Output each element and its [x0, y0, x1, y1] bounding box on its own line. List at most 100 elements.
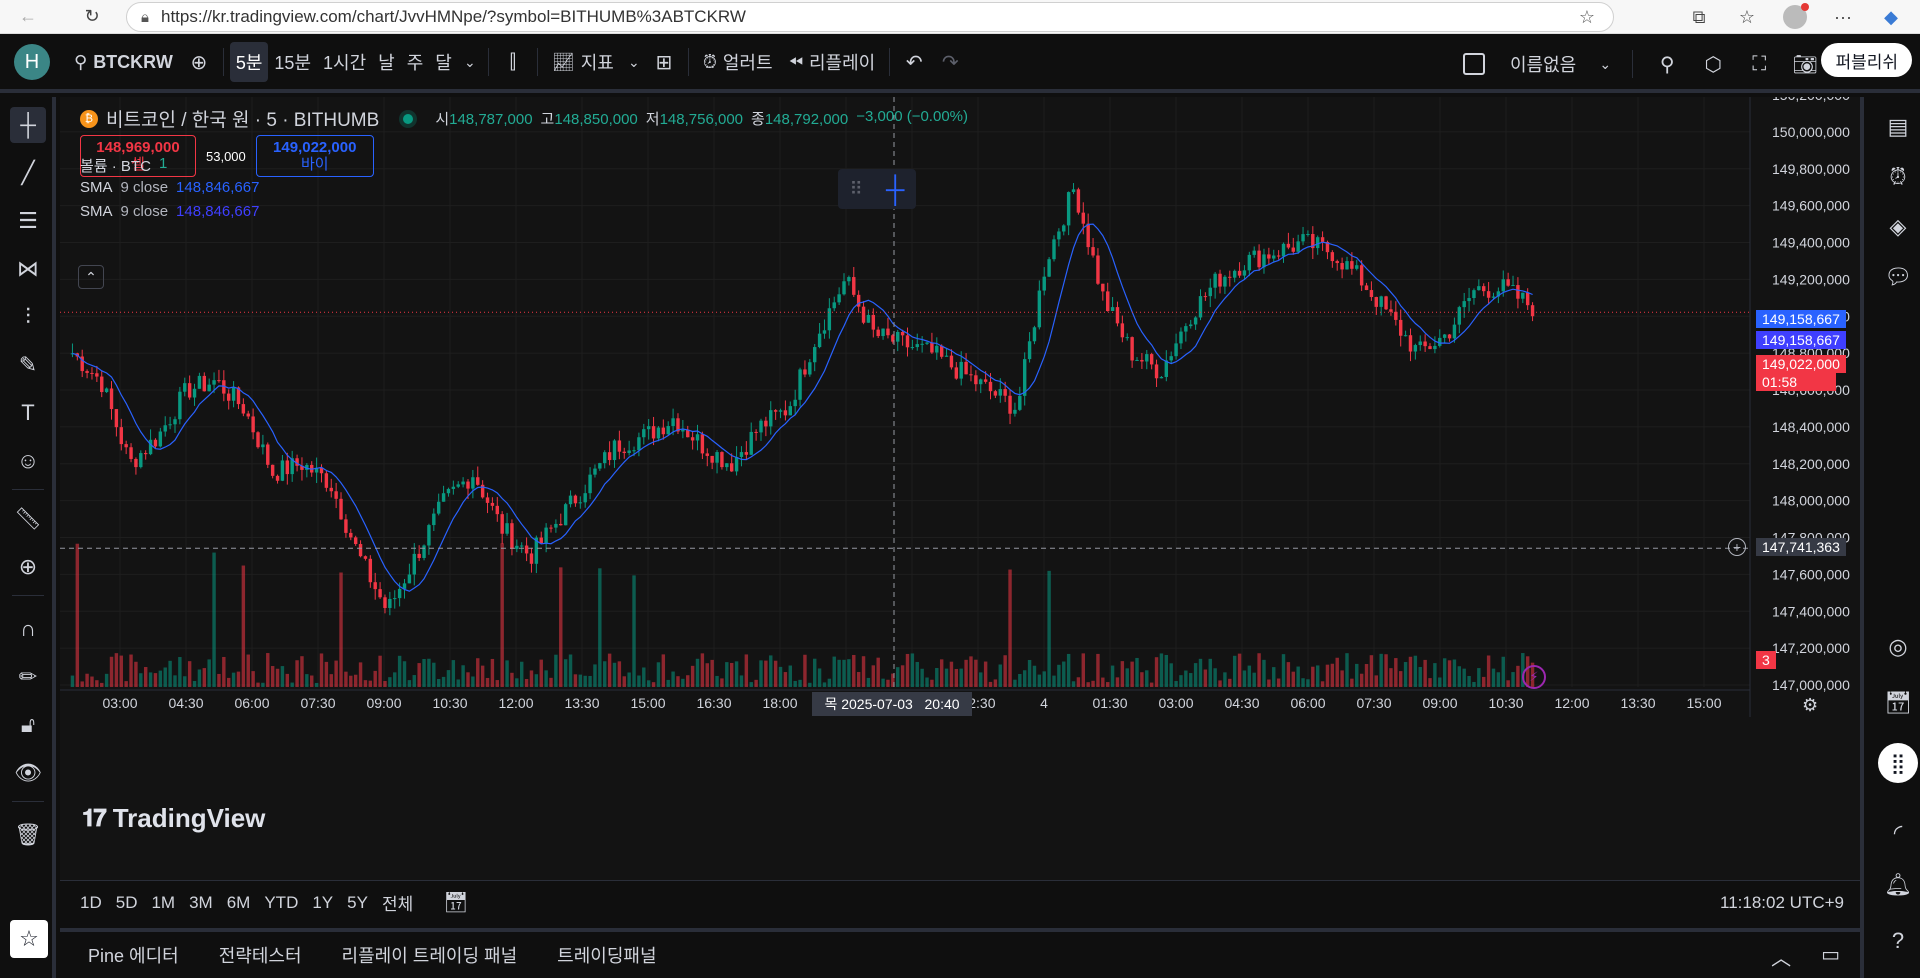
back-icon[interactable]: ← [10, 0, 46, 34]
tab-pine-editor[interactable]: Pine 에디터 [88, 942, 179, 968]
forecast-icon[interactable]: ⫶ [10, 299, 46, 335]
extensions-icon[interactable]: ⧉ [1678, 0, 1720, 34]
interval-day[interactable]: 날 [372, 42, 401, 82]
alert-button[interactable]: ⏰︎ 얼러트 [695, 42, 781, 82]
emoji-icon[interactable]: ☺ [10, 443, 46, 479]
alerts-clock-icon[interactable]: ⏰︎ [1880, 159, 1916, 195]
ruler-icon[interactable]: 📏︎ [10, 501, 46, 537]
crosshair-tool-icon[interactable]: ┼ [886, 174, 904, 205]
price-chart[interactable]: 150,200,000 150,000,000 149,800,000 149,600… [60, 97, 1860, 880]
zoom-in-icon[interactable]: ⊕ [10, 549, 46, 585]
lock-drawing-icon[interactable]: ✏︎ [10, 659, 46, 695]
profile-avatar[interactable] [1774, 0, 1816, 34]
sma-legend-1[interactable]: SMA 9 close 148,846,667 [80, 179, 259, 196]
redo-icon[interactable]: ↷ [932, 42, 968, 82]
fullscreen-icon[interactable]: ⛶ [1741, 44, 1777, 84]
more-icon[interactable]: ··· [1822, 0, 1864, 34]
stream-icon[interactable]: ◜ [1880, 815, 1916, 851]
buy-button[interactable]: 149,022,000 바이 [255, 135, 374, 177]
text-icon[interactable]: T [10, 395, 46, 431]
symbol-search[interactable]: ⚲ BTCKRW [66, 42, 181, 82]
help-icon[interactable]: ? [1880, 923, 1916, 959]
trendline-icon[interactable]: ╱ [10, 155, 46, 191]
settings-icon[interactable]: ⬡ [1695, 44, 1731, 84]
watchlist-icon[interactable]: ▤ [1880, 109, 1916, 145]
alert-count-badge[interactable]: 3 [1756, 651, 1776, 669]
magnet-icon[interactable]: ∩ [10, 611, 46, 647]
compare-add-icon[interactable]: ⊕ [181, 42, 217, 82]
range-6m[interactable]: 6M [227, 893, 251, 913]
range-1m[interactable]: 1M [151, 893, 175, 913]
copilot-icon[interactable]: ◆ [1870, 0, 1912, 34]
bookmark-star-icon[interactable]: ☆ [1579, 7, 1595, 28]
pattern-icon[interactable]: ⋈ [10, 251, 46, 287]
user-avatar[interactable]: H [14, 44, 50, 80]
range-1d[interactable]: 1D [80, 893, 102, 913]
candle-body [1501, 279, 1505, 292]
indicators-button[interactable]: 📈︎ 지표 [544, 42, 622, 82]
refresh-icon[interactable]: ↻ [74, 0, 110, 34]
templates-grid-icon[interactable]: ⊞ [646, 42, 682, 82]
layout-chevron-icon[interactable]: ⌄ [1594, 44, 1616, 84]
goto-date-calendar-icon[interactable]: 📅︎ [443, 890, 468, 915]
target-icon[interactable]: ◎ [1880, 629, 1916, 665]
unlock-icon[interactable]: 🔓︎ [10, 707, 46, 743]
undo-icon[interactable]: ↶ [896, 42, 932, 82]
replay-button[interactable]: ⏪︎ 리플레이 [781, 42, 884, 82]
panel-maximize-icon[interactable]: ▭ [1821, 942, 1840, 971]
apps-grid-icon[interactable]: ⣿ [1878, 743, 1918, 783]
drag-handle-icon[interactable]: ⠿ [850, 179, 863, 200]
camera-icon[interactable]: 📷︎ [1787, 44, 1823, 84]
fib-lines-icon[interactable]: ☰ [10, 203, 46, 239]
range-3m[interactable]: 3M [189, 893, 213, 913]
interval-5m[interactable]: 5분 [229, 42, 269, 82]
publish-button[interactable]: 퍼블리쉬 [1821, 43, 1912, 77]
interval-dropdown-chevron-icon[interactable]: ⌄ [458, 42, 482, 82]
candle-type-icon[interactable]: ⫿ [495, 42, 531, 82]
lightning-icon[interactable]: ⚡ [1522, 665, 1546, 689]
trash-icon[interactable]: 🗑︎ [10, 817, 46, 853]
volume-bar [1428, 678, 1432, 687]
layout-name[interactable]: 이름없음 [1502, 44, 1584, 84]
address-bar[interactable]: 🔒︎ https://kr.tradingview.com/chart/JvvH… [126, 2, 1614, 32]
interval-month[interactable]: 달 [429, 42, 458, 82]
range-5d[interactable]: 5D [116, 893, 138, 913]
panel-expand-chevron-icon[interactable]: ︿ [1771, 942, 1791, 971]
volume-bar [603, 661, 607, 687]
eye-icon[interactable]: 👁︎ [10, 755, 46, 791]
chat-icon[interactable]: 💬︎ [1880, 259, 1916, 295]
y-tick-label: 148,000,000 [1772, 493, 1850, 509]
symbol-title[interactable]: 비트코인 / 한국 원 · 5 · BITHUMB [106, 105, 379, 132]
range-all[interactable]: 전체 [382, 890, 413, 915]
sma-legend-2[interactable]: SMA 9 close 148,846,667 [80, 203, 259, 220]
chart-pane[interactable]: 150,200,000 150,000,000 149,800,000 149,600… [60, 97, 1860, 880]
layout-box-icon[interactable] [1456, 44, 1492, 84]
timescale-settings-icon[interactable]: ⚙ [1802, 695, 1818, 716]
range-5y[interactable]: 5Y [347, 893, 368, 913]
interval-week[interactable]: 주 [401, 42, 430, 82]
tab-replay-trading[interactable]: 리플레이 트레이딩 패널 [342, 942, 518, 968]
layers-icon[interactable]: ◈ [1880, 209, 1916, 245]
brush-icon[interactable]: ✎ [10, 347, 46, 383]
volume-bar [1120, 661, 1125, 687]
clock[interactable]: 11:18:02 UTC+9 [1720, 893, 1844, 913]
range-ytd[interactable]: YTD [264, 893, 298, 913]
crosshair-icon[interactable]: ┼ [10, 107, 46, 143]
interval-1h[interactable]: 1시간 [317, 42, 372, 82]
notification-bell-icon[interactable]: 🔔︎ [1880, 867, 1916, 903]
indicators-chevron-icon[interactable]: ⌄ [622, 42, 646, 82]
calendar-icon[interactable]: 📅︎ [1880, 685, 1916, 721]
volume-bar [129, 654, 133, 687]
tab-strategy-tester[interactable]: 전략테스터 [219, 942, 302, 968]
range-1y[interactable]: 1Y [312, 893, 333, 913]
interval-15m[interactable]: 15분 [268, 42, 317, 82]
add-alert-plus-icon[interactable]: + [1728, 538, 1746, 556]
favorites-star-icon[interactable]: ☆ [10, 920, 48, 958]
volume-bar [969, 656, 973, 687]
collapse-legend-chevron-icon[interactable]: ⌃ [78, 265, 104, 289]
floating-drawing-toolbar[interactable]: ⠿ ┼ [838, 169, 916, 209]
tab-trading-panel[interactable]: 트레이딩패널 [557, 942, 656, 968]
favorites-icon[interactable]: ☆ [1726, 0, 1768, 34]
quick-search-icon[interactable]: ⚲ [1649, 44, 1685, 84]
volume-legend[interactable]: 볼륨 · BTC 1 [80, 155, 167, 176]
